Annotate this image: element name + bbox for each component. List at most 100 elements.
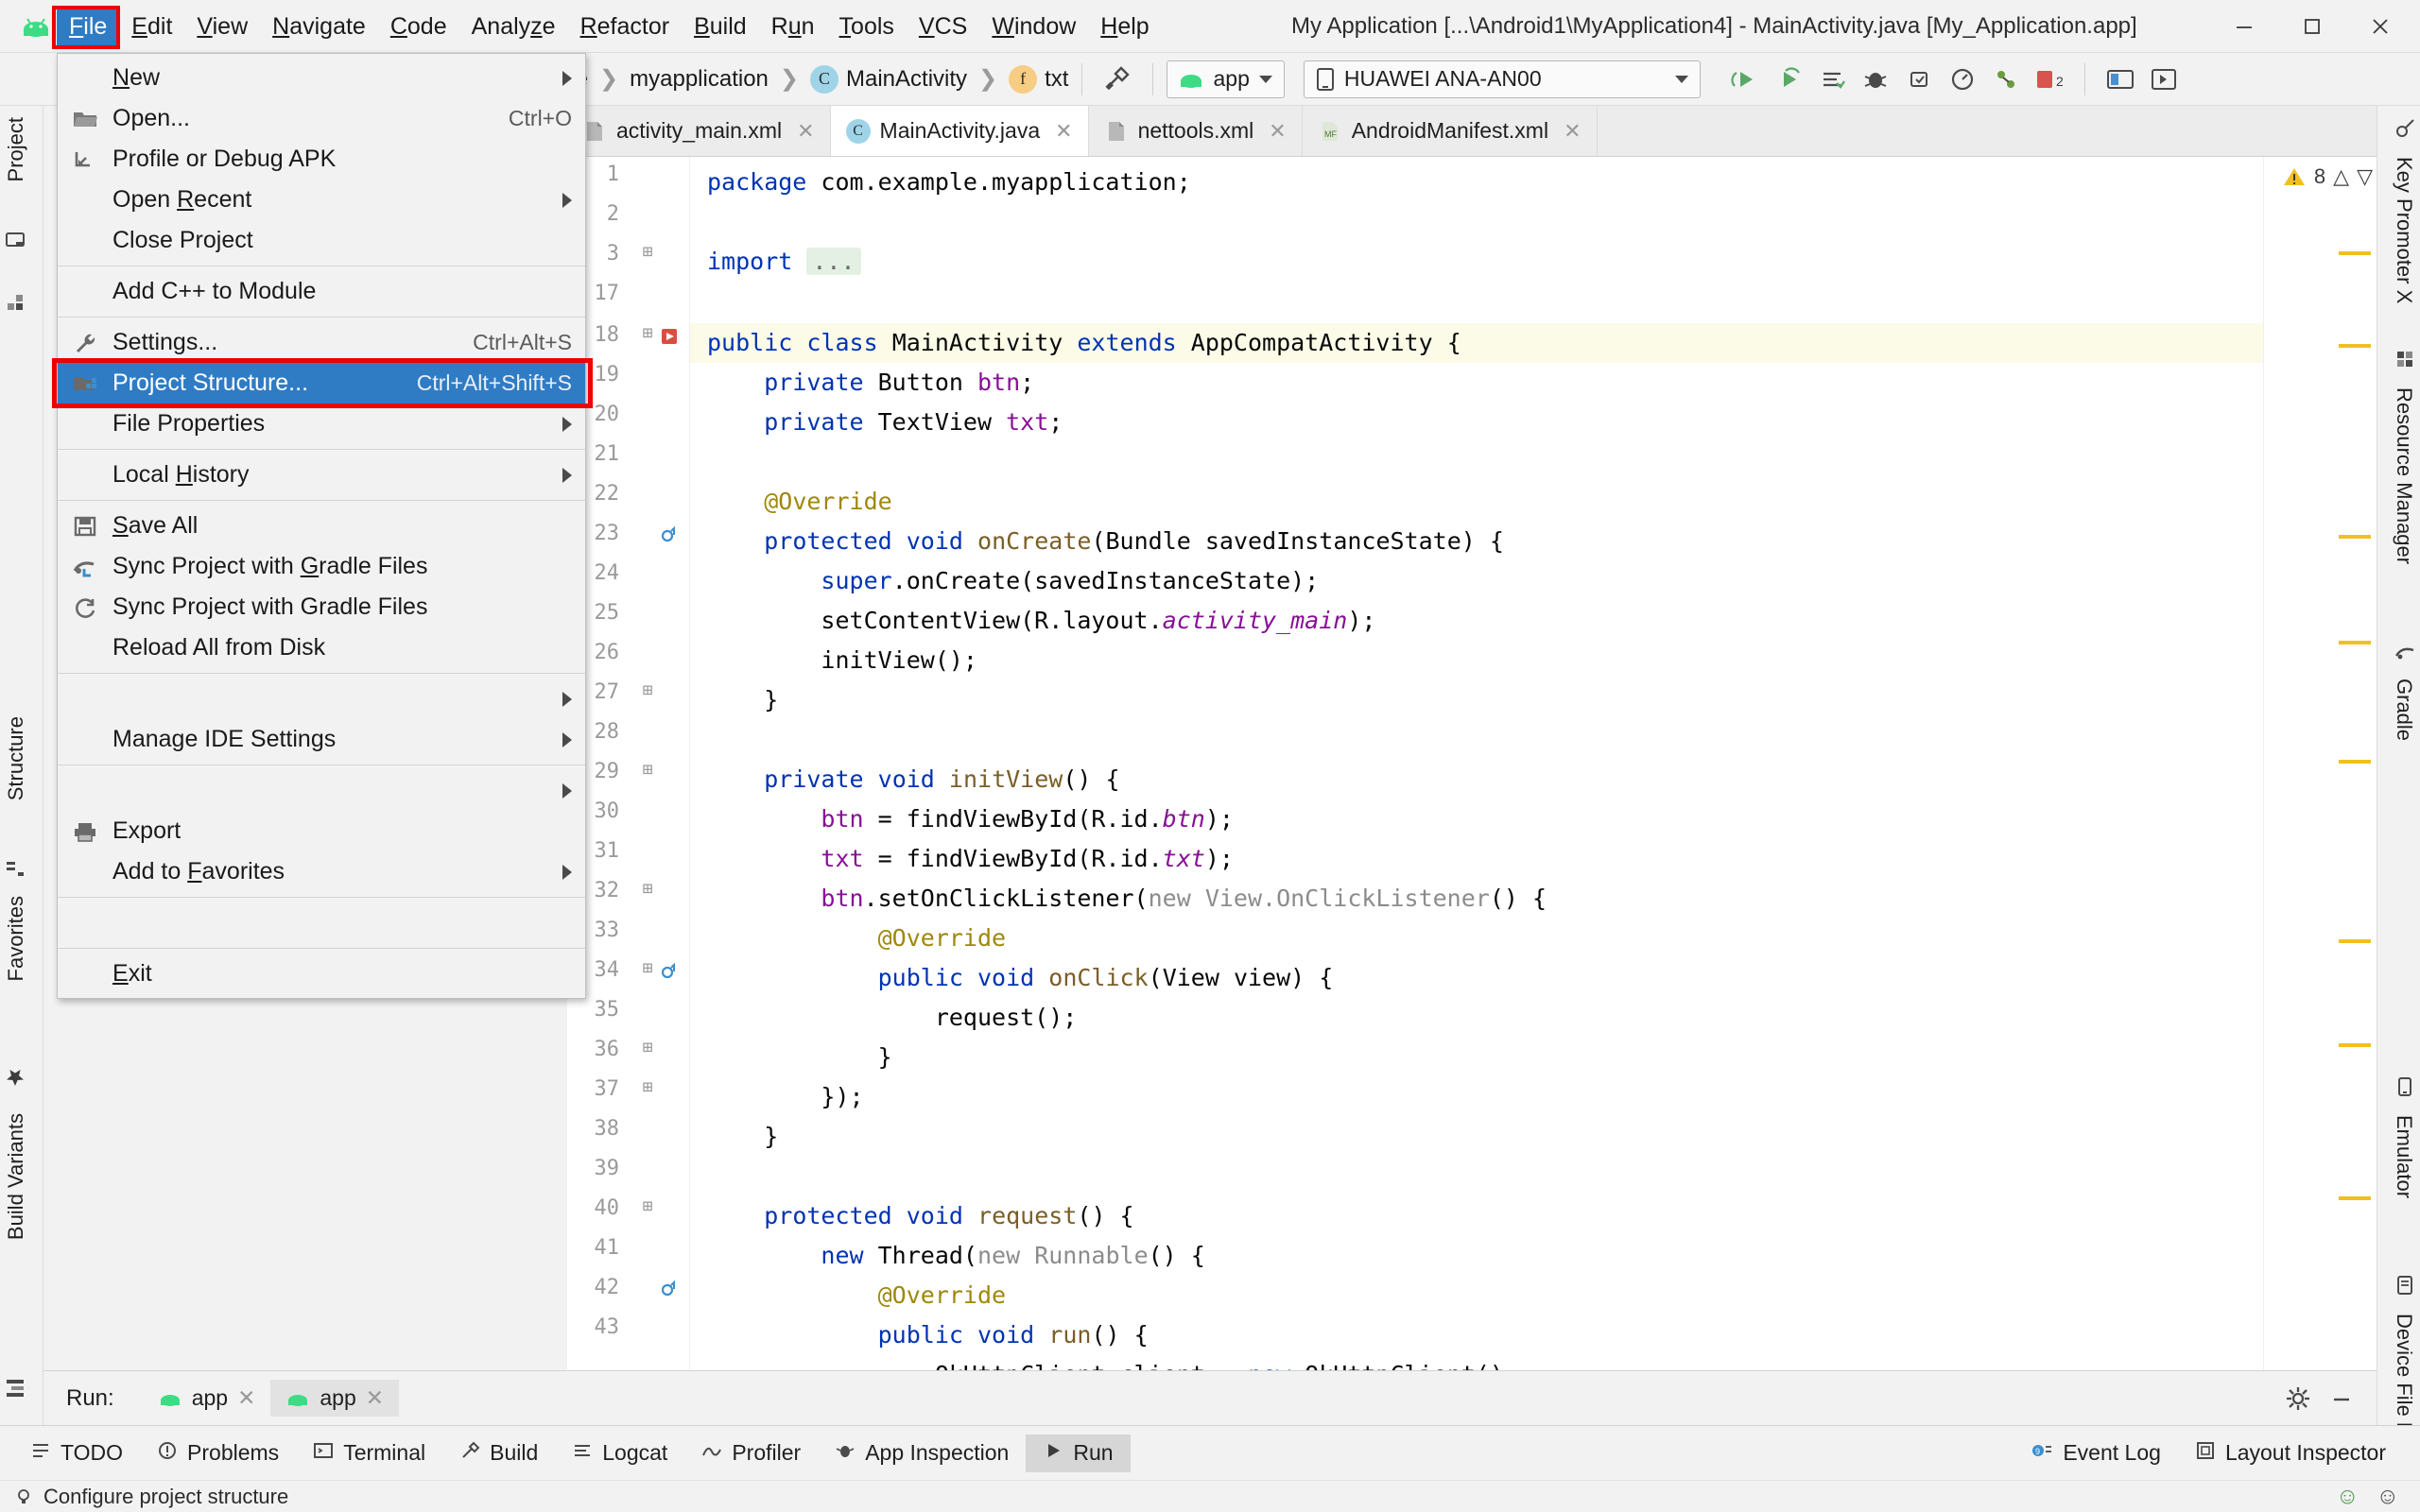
menu-item-reload-all-from-disk[interactable]: Sync Project with Gradle Files [58, 587, 585, 627]
debug-rerun-icon[interactable] [1767, 58, 1810, 101]
menu-edit[interactable]: Edit [119, 7, 184, 46]
emulator-icon[interactable] [2392, 1070, 2418, 1104]
fold-marker-icon[interactable]: ⊞ [638, 958, 657, 978]
resource-manager-side-icon[interactable] [2, 285, 28, 319]
tab-nettools-xml[interactable]: nettools.xml ✕ [1088, 106, 1303, 156]
bottom-item-profiler[interactable]: Profiler [684, 1435, 818, 1472]
stripe-mark[interactable] [2339, 939, 2371, 943]
next-issue-icon[interactable]: ▽ [2357, 164, 2373, 189]
override-method-icon[interactable] [659, 524, 682, 546]
apply-changes-icon[interactable] [1810, 58, 1854, 101]
sidebar-item-gradle[interactable]: Gradle [2390, 673, 2418, 747]
lightbulb-icon[interactable] [13, 1486, 34, 1507]
sidebar-item-emulator[interactable]: Emulator [2390, 1109, 2418, 1204]
attach-debugger-icon[interactable] [1897, 58, 1941, 101]
resource-manager-icon[interactable] [2392, 342, 2418, 376]
menu-navigate[interactable]: Navigate [260, 7, 378, 46]
fold-marker-icon[interactable]: ⊞ [638, 242, 657, 262]
bottom-item-logcat[interactable]: Logcat [555, 1435, 684, 1472]
close-icon[interactable]: ✕ [1055, 119, 1072, 144]
minimize-icon[interactable] [2320, 1377, 2363, 1420]
memory-smile-icon[interactable]: ☺ [2336, 1484, 2360, 1510]
menu-file[interactable]: File [57, 6, 120, 46]
menu-item-save-all[interactable]: Save All [58, 506, 585, 546]
close-icon[interactable]: ✕ [237, 1385, 255, 1411]
close-icon[interactable]: ✕ [1269, 119, 1286, 144]
menu-run[interactable]: Run [759, 7, 827, 46]
bottom-item-terminal[interactable]: Terminal [296, 1435, 442, 1472]
bottom-item-todo[interactable]: TODO [13, 1435, 140, 1472]
file-menu-popup[interactable]: New Open... Ctrl+O Profile or Debug APK … [52, 53, 593, 999]
minimize-button[interactable] [2210, 0, 2278, 53]
override-method-icon[interactable] [659, 1278, 682, 1300]
menu-code[interactable]: Code [378, 7, 459, 46]
fold-marker-icon[interactable]: ⊞ [638, 760, 657, 780]
sidebar-item-favorites[interactable]: Favorites [2, 890, 30, 987]
menu-item-manage-ide-settings[interactable] [58, 679, 585, 719]
tab-mainactivity-java[interactable]: C MainActivity.java ✕ [830, 106, 1089, 156]
close-button[interactable] [2346, 0, 2414, 53]
menu-item-power-save-mode[interactable] [58, 902, 585, 943]
class-run-icon[interactable] [659, 325, 682, 348]
close-icon[interactable]: ✕ [1564, 119, 1581, 144]
layout-editor-icon[interactable] [2142, 58, 2186, 101]
build-variants-icon[interactable] [2, 1372, 28, 1406]
menu-analyze[interactable]: Analyze [459, 7, 568, 46]
stripe-mark[interactable] [2339, 535, 2371, 539]
menu-item-close-project[interactable]: Close Project [58, 220, 585, 261]
fold-marker-icon[interactable]: ⊞ [638, 1038, 657, 1057]
fold-marker-icon[interactable]: ⊞ [638, 879, 657, 899]
menu-item-file-properties[interactable]: File Properties [58, 404, 585, 444]
maximize-button[interactable] [2278, 0, 2346, 53]
breadcrumb-item-2[interactable]: C MainActivity [810, 64, 967, 94]
tab-activity-main-xml[interactable]: activity_main.xml ✕ [567, 106, 831, 156]
code-content[interactable]: package com.example.myapplication; impor… [690, 157, 2263, 1425]
run-tab-app-1[interactable]: app ✕ [143, 1380, 271, 1417]
bottom-item-problems[interactable]: Problems [140, 1435, 296, 1472]
override-method-icon[interactable] [659, 960, 682, 983]
stripe-mark[interactable] [2339, 1196, 2371, 1200]
sidebar-item-key-promoter[interactable]: Key Promoter X [2390, 151, 2418, 309]
menu-item-export[interactable] [58, 770, 585, 811]
star-icon[interactable] [2, 1060, 28, 1094]
menu-build[interactable]: Build [682, 7, 759, 46]
bottom-item-app-inspection[interactable]: App Inspection [818, 1435, 1026, 1472]
menu-item-new-projects-settings[interactable]: Manage IDE Settings [58, 719, 585, 760]
device-manager-icon[interactable] [2099, 58, 2142, 101]
menu-item-sync-project-with-gradle-files[interactable]: Sync Project with Gradle Files [58, 546, 585, 587]
bottom-item-event-log[interactable]: 9 Event Log [2014, 1435, 2178, 1472]
menu-item-add-to-favorites[interactable]: Add to Favorites [58, 851, 585, 892]
inspection-status[interactable]: 8 △ ▽ [2282, 164, 2373, 189]
bottom-item-build[interactable]: Build [442, 1435, 555, 1472]
structure-icon[interactable] [2, 852, 28, 886]
close-icon[interactable]: ✕ [366, 1385, 384, 1411]
gradle-icon[interactable] [2392, 635, 2418, 669]
key-promoter-icon[interactable] [2392, 112, 2418, 146]
menu-tools[interactable]: Tools [827, 7, 907, 46]
breadcrumb-item-1[interactable]: myapplication [630, 66, 769, 93]
project-icon[interactable] [2, 223, 28, 257]
gear-icon[interactable] [2276, 1377, 2320, 1420]
menu-item-project-structure[interactable]: Project Structure... Ctrl+Alt+Shift+S [58, 363, 585, 404]
menu-item-add-cpp-to-module[interactable]: Add C++ to Module [58, 271, 585, 312]
breadcrumb-item-3[interactable]: f txt [1009, 64, 1068, 94]
error-stripe-scrollbar[interactable]: 8 △ ▽ [2263, 157, 2377, 1425]
code-editor[interactable]: 1 2 3 ⊞ 17 18 ⊞ 19 20 21 22 23 24 25 26 … [567, 157, 2377, 1425]
menu-item-new[interactable]: New [58, 58, 585, 98]
avd-manager-icon[interactable] [1984, 58, 2028, 101]
menu-vcs[interactable]: VCS [907, 7, 979, 46]
menu-item-exit[interactable]: Exit [58, 954, 585, 994]
bottom-item-run[interactable]: Run [1026, 1434, 1131, 1472]
profiler-icon[interactable] [1941, 58, 1984, 101]
menu-item-print[interactable]: Export [58, 811, 585, 851]
ide-status-smile-icon[interactable]: ☺ [2376, 1484, 2399, 1510]
run-button[interactable] [1723, 58, 1767, 101]
fold-marker-icon[interactable]: ⊞ [638, 1196, 657, 1216]
problems-count-icon[interactable]: 2 [2028, 58, 2071, 101]
tab-androidmanifest-xml[interactable]: MF AndroidManifest.xml ✕ [1302, 106, 1598, 156]
bottom-item-layout-inspector[interactable]: Layout Inspector [2178, 1435, 2403, 1472]
run-tab-app-2[interactable]: app ✕ [270, 1380, 400, 1417]
fold-marker-icon[interactable]: ⊞ [638, 1077, 657, 1097]
menu-window[interactable]: Window [979, 7, 1088, 46]
sidebar-item-resource-manager[interactable]: Resource Manager [2390, 382, 2418, 570]
